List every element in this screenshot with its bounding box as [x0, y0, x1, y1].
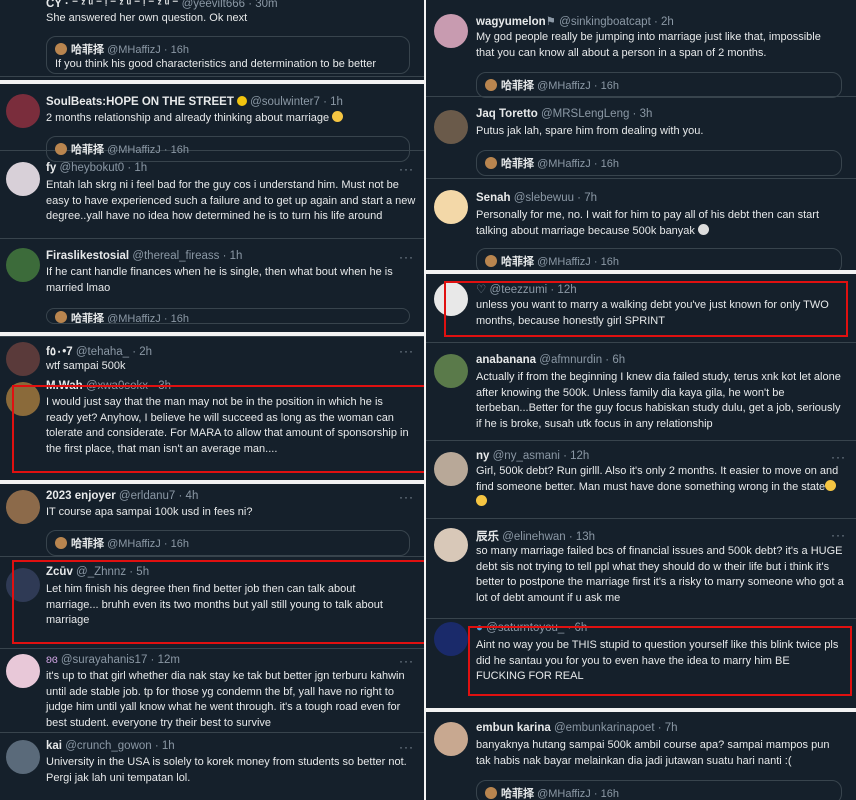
skull-emoji-icon [697, 223, 709, 235]
tweet-author-name[interactable]: f٥٠•7 [46, 346, 73, 358]
avatar[interactable] [434, 354, 468, 388]
avatar[interactable] [6, 248, 40, 282]
avatar[interactable] [434, 722, 468, 756]
tweet[interactable]: ʚɞ @surayahanis17 · 12m ··· it's up to t… [0, 648, 424, 733]
quoted-tweet[interactable]: 哈菲择 @MHaffizJ · 16h [476, 780, 842, 800]
avatar[interactable] [6, 342, 40, 376]
tweet[interactable]: fy @heybokut0 · 1h ··· Entah lah skrg ni… [0, 150, 424, 239]
tweet[interactable]: Senah @slebewuu · 7h Personally for me, … [426, 178, 856, 274]
tweet[interactable]: anabanana @afmnurdin · 6h Actually if fr… [426, 342, 856, 441]
tweet[interactable]: 2023 enjoyer @erldanu7 · 4h ··· IT cours… [0, 484, 424, 557]
tweet-text: University in the USA is solely to korek… [46, 756, 407, 784]
quote-avatar [55, 43, 67, 55]
quote-avatar [485, 255, 497, 267]
tweet-author-name[interactable]: Firaslikestosial [46, 250, 129, 262]
tweet[interactable]: Jaq Toretto @MRSLengLeng · 3h Putus jak … [426, 96, 856, 179]
verified-icon [236, 96, 247, 106]
tweet-author-name[interactable]: ny [476, 450, 489, 462]
tweet-text: Girl, 500k debt? Run girlll. Also it's o… [476, 464, 846, 511]
more-options-icon[interactable]: ··· [831, 450, 846, 464]
avatar[interactable] [434, 190, 468, 224]
quoted-tweet[interactable]: 哈菲择 @MHaffizJ · 16h [476, 150, 842, 176]
quote-avatar [55, 537, 67, 549]
avatar[interactable] [434, 110, 468, 144]
avatar[interactable] [434, 452, 468, 486]
avatar[interactable] [6, 740, 40, 774]
more-options-icon[interactable]: ··· [399, 344, 414, 358]
tweet-text: If he cant handle finances when he is si… [46, 266, 393, 294]
avatar[interactable] [6, 162, 40, 196]
tweet[interactable]: CY · ⁻ ᶻ ᵘ ⁻ ᵎ ⁻ ᶻ ᵘ ⁻ ᵎ ⁻ ᶻ ᵘ ⁻ @yeevil… [0, 0, 424, 77]
avatar[interactable] [434, 14, 468, 48]
tweet-author-name[interactable]: 2023 enjoyer [46, 490, 116, 502]
tweet[interactable]: SoulBeats:HOPE ON THE STREET @soulwinter… [0, 84, 424, 162]
tweet-author-name[interactable]: wagyumelon [476, 16, 546, 28]
tweet-author-name[interactable]: Senah [476, 192, 511, 204]
tweet-text: Putus jak lah, spare him from dealing wi… [476, 125, 704, 137]
emoji-icon [825, 479, 837, 491]
tweet-text: She answered her own question. Ok next [46, 12, 248, 24]
tweet-text: IT course apa sampai 100k usd in fees ni… [46, 506, 253, 518]
tweet-author-name[interactable]: CY · ⁻ ᶻ ᵘ ⁻ ᵎ ⁻ ᶻ ᵘ ⁻ ᵎ ⁻ ᶻ ᵘ ⁻ [46, 0, 178, 10]
tweet-author-name[interactable]: kai [46, 740, 62, 752]
tweet[interactable]: Firaslikestosial @thereal_fireass · 1h ·… [0, 238, 424, 337]
quote-avatar [485, 79, 497, 91]
more-options-icon[interactable]: ··· [831, 528, 846, 542]
emoji-icon [476, 495, 487, 506]
quote-avatar [55, 311, 67, 323]
quoted-tweet[interactable]: 哈菲择 @MHaffizJ · 16h [46, 530, 410, 556]
more-options-icon[interactable]: ··· [399, 250, 414, 264]
tweet-text: so many marriage failed bcs of financial… [476, 545, 844, 604]
tweet-text: 2 months relationship and already thinki… [46, 111, 410, 127]
avatar[interactable] [434, 528, 468, 562]
bunny-icon: ʚɞ [46, 654, 58, 666]
tweet[interactable]: 辰乐 @elinehwan · 13h ··· so many marriage… [426, 518, 856, 619]
highlight-box [12, 385, 424, 473]
more-options-icon[interactable]: ··· [399, 654, 414, 668]
tweet-text: banyaknya hutang sampai 500k ambil cours… [476, 739, 830, 767]
tweet-author-name[interactable]: fy [46, 162, 56, 174]
tweet[interactable]: f٥٠•7 @tehaha_ · 2h ··· wtf sampai 500k [0, 336, 424, 380]
tweet[interactable]: embun karina @embunkarinapoet · 7h banya… [426, 712, 856, 800]
tweet-text: Actually if from the beginning I knew di… [476, 371, 841, 430]
tweet-author-name[interactable]: Jaq Toretto [476, 108, 538, 120]
tweet-author-name[interactable]: SoulBeats:HOPE ON THE STREET [46, 96, 234, 108]
emoji-icon [332, 111, 344, 122]
quoted-tweet[interactable]: 哈菲择 @MHaffizJ · 16h [46, 308, 410, 324]
tweet[interactable]: kai @crunch_gowon · 1h ··· University in… [0, 732, 424, 800]
flag-icon: ⚑ [545, 16, 556, 28]
quoted-tweet[interactable]: 哈菲择 @MHaffizJ · 16h [476, 72, 842, 98]
avatar[interactable] [6, 490, 40, 524]
tweet-author-name[interactable]: embun karina [476, 722, 551, 734]
highlight-box [444, 281, 848, 337]
tweet-text: wtf sampai 500k [46, 360, 126, 372]
tweet-text: Entah lah skrg ni i feel bad for the guy… [46, 179, 416, 222]
avatar[interactable] [6, 94, 40, 128]
tweet[interactable]: wagyumelon⚑ @sinkingboatcapt · 2h My god… [426, 0, 856, 98]
quote-text: If you think his good characteristics an… [55, 58, 377, 70]
more-options-icon[interactable]: ··· [399, 740, 414, 754]
tweet-text: Personally for me, no. I wait for him to… [476, 209, 819, 237]
left-screenshot-column: CY · ⁻ ᶻ ᵘ ⁻ ᵎ ⁻ ᶻ ᵘ ⁻ ᵎ ⁻ ᶻ ᵘ ⁻ @yeevil… [0, 0, 424, 800]
highlight-box [468, 626, 852, 696]
tweet-text: My god people really be jumping into mar… [476, 31, 821, 59]
more-options-icon[interactable]: ··· [399, 490, 414, 504]
avatar[interactable] [434, 622, 468, 656]
avatar[interactable] [6, 654, 40, 688]
quote-avatar [485, 787, 497, 799]
quote-avatar [485, 157, 497, 169]
tweet-author-name[interactable]: 辰乐 [476, 531, 499, 543]
tweet-text: it's up to that girl whether dia nak sta… [46, 670, 405, 729]
tweet[interactable]: ny @ny_asmani · 12h ··· Girl, 500k debt?… [426, 440, 856, 519]
highlight-box [12, 560, 424, 644]
tweet-handle-time: @yeevilt666 · 30m [181, 0, 278, 10]
quoted-tweet[interactable]: 哈菲择 @MHaffizJ · 16h If you think his goo… [46, 36, 410, 74]
more-options-icon[interactable]: ··· [399, 162, 414, 176]
tweet-author-name[interactable]: anabanana [476, 354, 536, 366]
right-screenshot-column: wagyumelon⚑ @sinkingboatcapt · 2h My god… [426, 0, 856, 800]
